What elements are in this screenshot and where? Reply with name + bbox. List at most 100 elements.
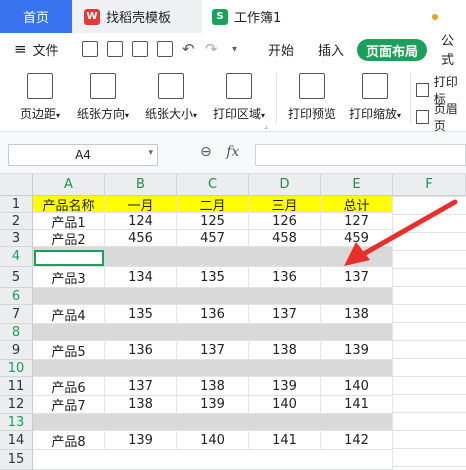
column-header-c[interactable]: C	[177, 174, 249, 196]
table-cell[interactable]: 产品8	[33, 431, 105, 450]
chevron-down-icon[interactable]: ▾	[148, 148, 153, 158]
row-header[interactable]: 14	[0, 431, 33, 450]
blank-row[interactable]	[33, 360, 393, 377]
menu-file[interactable]: ≡ 文件	[14, 33, 59, 65]
menu-formula[interactable]: 公式	[441, 33, 466, 68]
save-icon[interactable]	[82, 41, 98, 57]
margins-button[interactable]: 页边距▾	[10, 73, 70, 122]
table-cell[interactable]: 456	[105, 230, 177, 247]
row-header[interactable]: 4	[0, 247, 33, 267]
row-header[interactable]: 8	[0, 324, 33, 341]
blank-row[interactable]	[33, 414, 393, 431]
table-cell[interactable]: 125	[177, 213, 249, 230]
table-cell[interactable]: 137	[177, 341, 249, 360]
name-box[interactable]: A4 ▾	[8, 144, 158, 166]
column-header-e[interactable]: E	[321, 174, 393, 196]
dialog-launcher-icon[interactable]: ⌟	[264, 121, 268, 130]
table-cell[interactable]: 产品2	[33, 230, 105, 248]
header-footer-button[interactable]: 页眉页	[416, 100, 466, 134]
table-cell[interactable]: 138	[321, 305, 393, 324]
header-cell[interactable]: 产品名称	[33, 196, 105, 214]
column-header-b[interactable]: B	[105, 174, 177, 196]
table-cell[interactable]: 457	[177, 230, 249, 247]
export-icon[interactable]	[107, 41, 123, 57]
row-header[interactable]: 10	[0, 360, 33, 377]
table-cell[interactable]: 126	[249, 213, 321, 230]
table-cell[interactable]: 139	[249, 377, 321, 396]
row-header[interactable]: 15	[0, 450, 33, 470]
print-preview-button[interactable]: 打印预览	[284, 73, 340, 122]
tab-template[interactable]: W 找稻壳模板	[72, 0, 202, 33]
print-scale-button[interactable]: 打印缩放▾	[344, 73, 406, 122]
preview-icon[interactable]	[157, 41, 173, 57]
print-icon[interactable]	[132, 41, 148, 57]
fx-icon[interactable]: fx	[226, 144, 239, 160]
menu-start-label: 开始	[268, 43, 295, 59]
table-cell[interactable]: 141	[249, 431, 321, 450]
paper-size-button[interactable]: 纸张大小▾	[138, 73, 204, 122]
column-header-f[interactable]: F	[393, 174, 466, 196]
tab-workbook[interactable]: S 工作簿1	[202, 0, 466, 33]
empty-row[interactable]	[33, 450, 393, 470]
table-cell[interactable]: 136	[249, 267, 321, 288]
header-cell[interactable]: 二月	[177, 196, 249, 214]
column-header-d[interactable]: D	[249, 174, 321, 196]
row-header[interactable]: 11	[0, 377, 33, 396]
table-cell[interactable]: 136	[177, 305, 249, 324]
header-cell[interactable]: 三月	[249, 196, 321, 214]
menu-start[interactable]: 开始	[268, 33, 294, 65]
table-cell[interactable]: 138	[249, 341, 321, 360]
table-cell[interactable]: 140	[177, 431, 249, 450]
formula-input[interactable]	[255, 144, 466, 166]
table-cell[interactable]: 124	[105, 213, 177, 230]
redo-icon[interactable]: ↷	[205, 33, 218, 65]
table-cell[interactable]: 产品5	[33, 341, 105, 360]
row-header[interactable]: 5	[0, 267, 33, 288]
table-cell[interactable]: 140	[321, 377, 393, 396]
table-cell[interactable]: 139	[105, 431, 177, 450]
table-cell[interactable]: 134	[105, 267, 177, 288]
table-cell[interactable]: 产品4	[33, 305, 105, 324]
table-cell[interactable]: 产品1	[33, 213, 105, 231]
table-cell[interactable]: 140	[249, 396, 321, 414]
row-header[interactable]: 9	[0, 341, 33, 360]
column-header-a[interactable]: A	[33, 174, 105, 196]
table-cell[interactable]: 产品6	[33, 377, 105, 396]
orientation-button[interactable]: 纸张方向▾	[70, 73, 136, 122]
select-all-corner[interactable]	[0, 174, 33, 196]
table-cell[interactable]: 458	[249, 230, 321, 247]
table-cell[interactable]: 142	[321, 431, 393, 450]
selected-cell-a4[interactable]	[34, 250, 104, 266]
print-area-icon	[226, 73, 252, 99]
tab-home[interactable]: 首页	[0, 0, 72, 33]
table-cell[interactable]: 135	[177, 267, 249, 288]
table-cell[interactable]: 141	[321, 396, 393, 414]
table-cell[interactable]: 138	[105, 396, 177, 414]
menu-insert[interactable]: 插入	[318, 33, 344, 65]
menu-page-layout[interactable]: 页面布局	[357, 39, 427, 61]
row-header[interactable]: 13	[0, 414, 33, 431]
table-cell[interactable]: 产品7	[33, 396, 105, 414]
row-header[interactable]: 7	[0, 305, 33, 324]
table-cell[interactable]: 139	[321, 341, 393, 360]
chevron-down-icon[interactable]: ▾	[232, 33, 237, 65]
row-header[interactable]: 12	[0, 396, 33, 414]
table-cell[interactable]: 135	[105, 305, 177, 324]
header-footer-label: 页眉页	[433, 102, 458, 133]
row-header[interactable]: 1	[0, 196, 33, 213]
table-cell[interactable]: 138	[177, 377, 249, 396]
row-header[interactable]: 2	[0, 213, 33, 230]
blank-row[interactable]	[33, 324, 393, 341]
zoom-icon[interactable]: ⊖	[200, 144, 212, 160]
blank-row[interactable]	[33, 288, 393, 305]
table-cell[interactable]: 137	[105, 377, 177, 396]
table-cell[interactable]: 137	[249, 305, 321, 324]
table-cell[interactable]: 136	[105, 341, 177, 360]
print-area-button[interactable]: 打印区域▾	[206, 73, 272, 122]
header-cell[interactable]: 一月	[105, 196, 177, 214]
row-header[interactable]: 3	[0, 230, 33, 247]
table-cell[interactable]: 产品3	[33, 267, 105, 288]
row-header[interactable]: 6	[0, 288, 33, 305]
undo-icon[interactable]: ↶	[182, 33, 195, 65]
table-cell[interactable]: 139	[177, 396, 249, 414]
